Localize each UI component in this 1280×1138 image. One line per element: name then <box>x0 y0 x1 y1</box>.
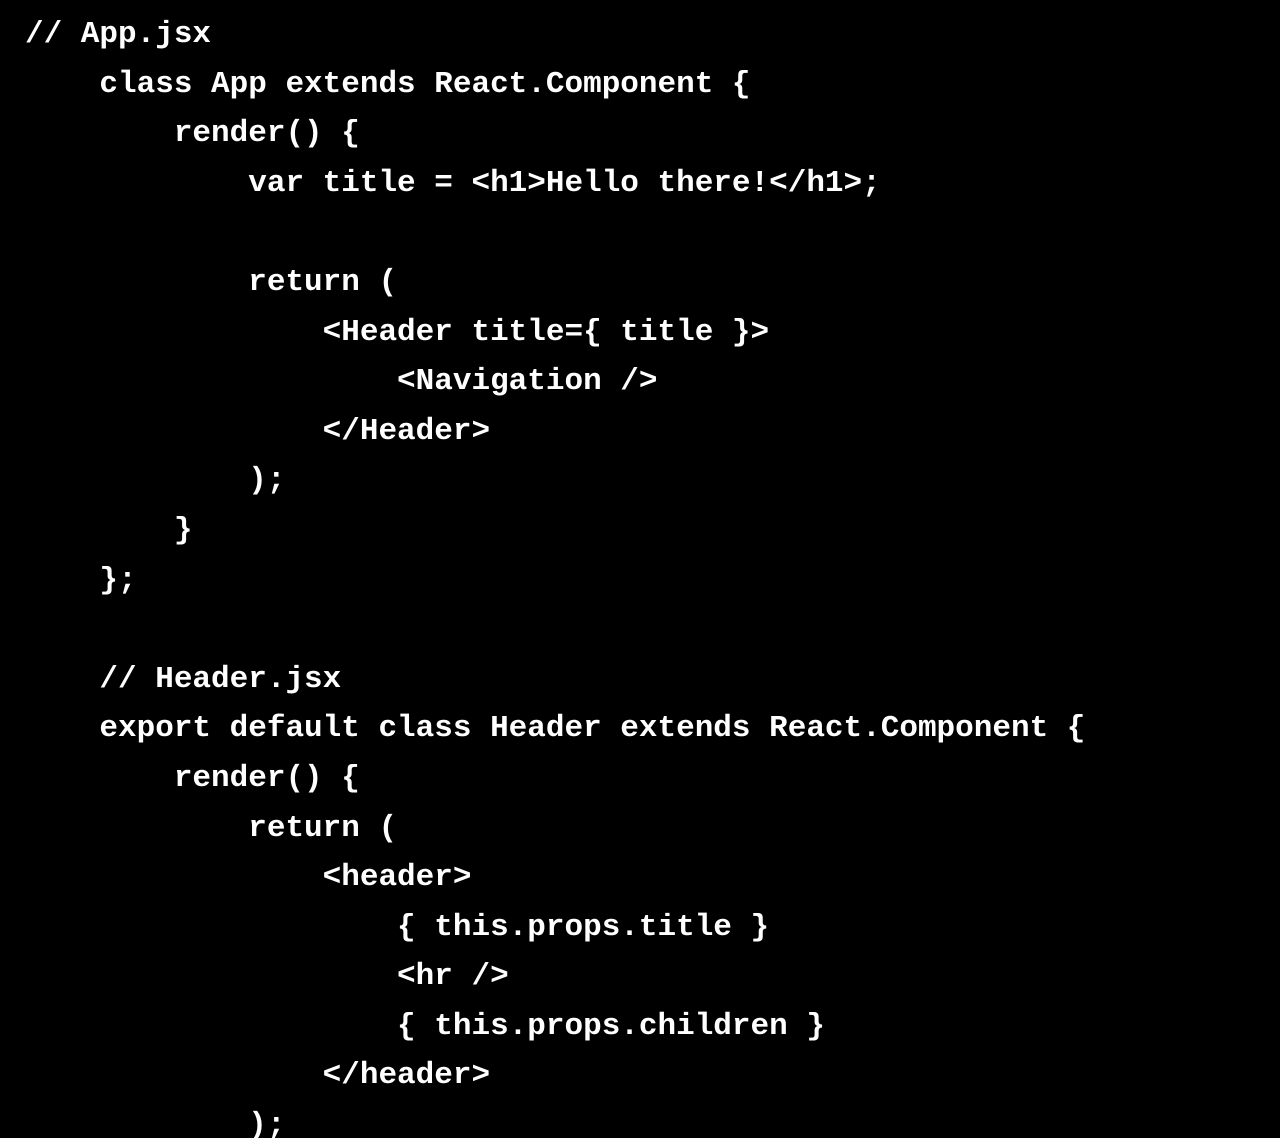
code-block: // App.jsx class App extends React.Compo… <box>0 0 1280 1138</box>
